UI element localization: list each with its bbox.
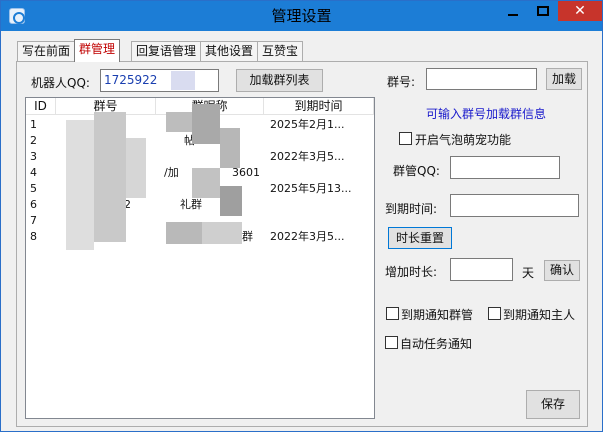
bubble-pet-checkbox[interactable] [399, 132, 412, 145]
cell-group: 2 [124, 198, 131, 211]
cell-id: 8 [30, 230, 37, 243]
redacted-area [192, 104, 220, 144]
group-table[interactable]: ID 群号 群昵称 到期时间 1 2025年2月1... 2 帖 3 2022年… [25, 97, 375, 419]
tab-other-settings[interactable]: 其他设置 [200, 41, 259, 61]
maximize-button[interactable] [528, 1, 558, 23]
admin-qq-label: 群管QQ: [393, 164, 440, 178]
tab-mutual-like[interactable]: 互赞宝 [257, 41, 304, 61]
header-id[interactable]: ID [26, 98, 56, 115]
robot-qq-label: 机器人QQ: [31, 76, 90, 90]
cell-expire: 2022年3月5... [270, 230, 345, 243]
cell-id: 3 [30, 150, 37, 163]
day-unit-label: 天 [522, 266, 535, 280]
notify-owner-checkbox[interactable] [488, 307, 501, 320]
cell-id: 4 [30, 166, 37, 179]
cell-id: 6 [30, 198, 37, 211]
redacted-area [166, 222, 202, 244]
expire-time-input[interactable] [450, 194, 579, 217]
expire-time-label: 到期时间: [385, 202, 438, 216]
redacted-area [192, 168, 220, 198]
load-hint-text: 可输入群号加载群信息 [426, 107, 547, 121]
title-bar[interactable]: 管理设置 ✕ [1, 1, 602, 31]
cell-expire: 2025年5月13... [270, 182, 352, 195]
redacted-area [220, 128, 240, 168]
notify-admin-label: 到期通知群管 [401, 308, 474, 322]
group-number-input[interactable] [426, 68, 537, 90]
auto-task-notify-checkbox[interactable] [385, 336, 398, 349]
notify-admin-checkbox[interactable] [386, 307, 399, 320]
tab-write-first[interactable]: 写在前面 [17, 41, 76, 61]
load-group-button[interactable]: 加载 [546, 68, 582, 90]
cell-id: 2 [30, 134, 37, 147]
settings-window: 管理设置 ✕ 写在前面 群管理 回复语管理 其他设置 互赞宝 机器人QQ: 17… [0, 0, 603, 432]
redacted-area [94, 112, 126, 242]
robot-qq-input[interactable]: 1725922 [100, 69, 219, 92]
admin-qq-input[interactable] [450, 156, 560, 179]
confirm-button[interactable]: 确认 [544, 260, 580, 281]
redacted-area [126, 138, 146, 198]
redacted-area [220, 186, 242, 216]
auto-task-notify-label: 自动任务通知 [400, 337, 473, 351]
maximize-icon [537, 6, 549, 16]
cell-expire: 2022年3月5... [270, 150, 345, 163]
close-icon: ✕ [574, 3, 586, 19]
load-group-list-button[interactable]: 加载群列表 [236, 69, 323, 92]
cell-nickname: 群 [242, 230, 253, 243]
redacted-area [166, 112, 192, 132]
tab-reply-management[interactable]: 回复语管理 [131, 41, 202, 61]
minimize-button[interactable] [498, 1, 528, 23]
header-expire-time[interactable]: 到期时间 [264, 98, 374, 115]
add-duration-input[interactable] [450, 258, 513, 281]
add-duration-label: 增加时长: [385, 265, 438, 279]
group-number-label: 群号: [387, 75, 416, 89]
notify-owner-label: 到期通知主人 [503, 308, 576, 322]
cell-nickname: /加 [164, 166, 179, 179]
redacted-area [202, 222, 242, 244]
redacted-area [66, 120, 94, 250]
cell-id: 1 [30, 118, 37, 131]
cell-expire: 2025年2月1... [270, 118, 345, 131]
tab-group-management[interactable]: 群管理 [74, 39, 121, 62]
minimize-icon [508, 14, 518, 16]
close-button[interactable]: ✕ [558, 1, 602, 21]
cell-nickname: 礼群 [180, 198, 202, 211]
save-button[interactable]: 保存 [526, 390, 580, 419]
cell-id: 5 [30, 182, 37, 195]
bubble-pet-label: 开启气泡萌宠功能 [415, 133, 512, 147]
reset-duration-button[interactable]: 时长重置 [388, 227, 452, 249]
redacted-area [171, 71, 195, 90]
cell-id: 7 [30, 214, 37, 227]
